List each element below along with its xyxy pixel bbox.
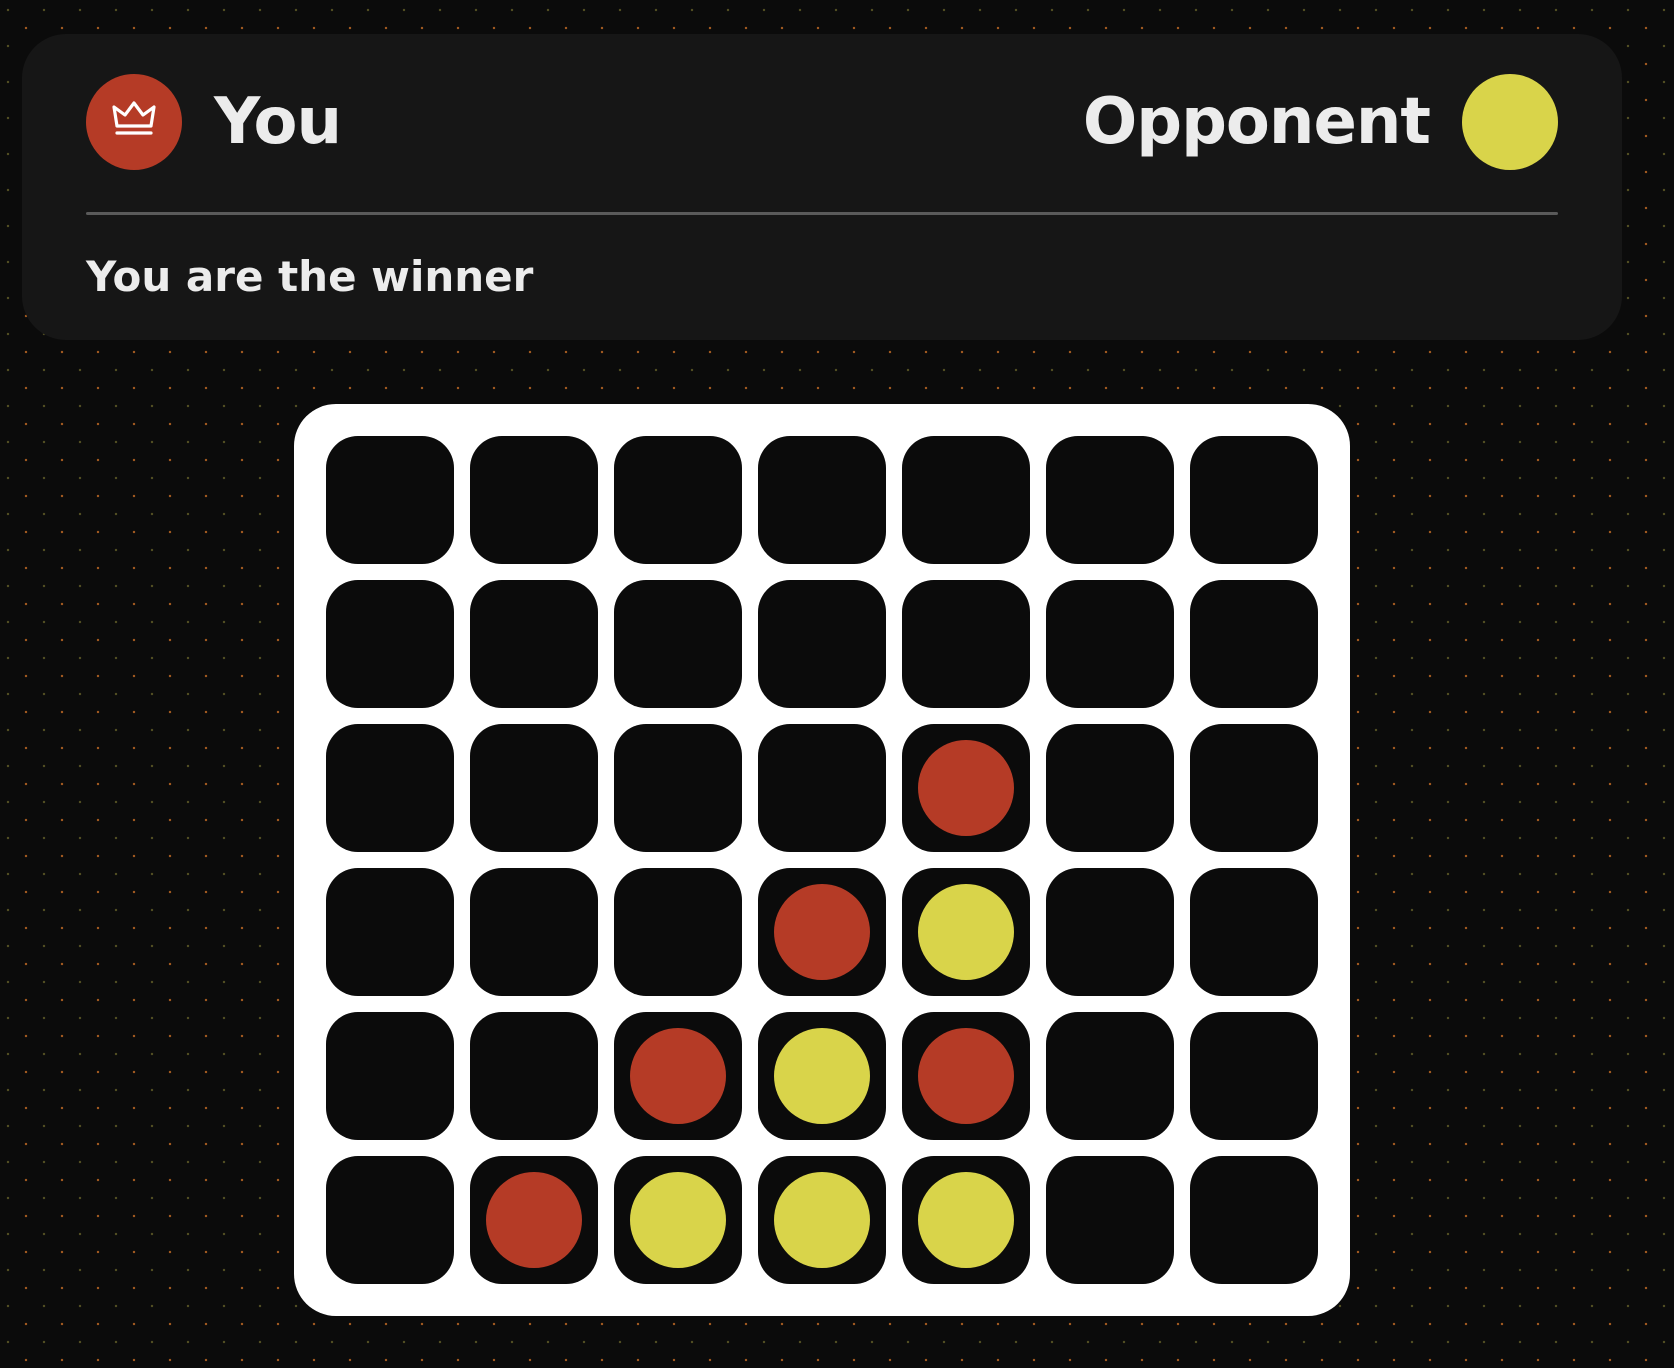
board-cell-r5-c6[interactable] bbox=[1046, 1012, 1174, 1140]
board-cell-r2-c6[interactable] bbox=[1046, 580, 1174, 708]
game-status-text: You are the winner bbox=[86, 252, 534, 301]
board-cell-r3-c6[interactable] bbox=[1046, 724, 1174, 852]
crown-icon bbox=[111, 99, 157, 146]
board-cell-r4-c6[interactable] bbox=[1046, 868, 1174, 996]
red-disc bbox=[774, 884, 870, 980]
board-cell-r6-c7[interactable] bbox=[1190, 1156, 1318, 1284]
divider bbox=[86, 212, 1558, 215]
game-board bbox=[294, 404, 1350, 1316]
board-cell-r3-c5[interactable] bbox=[902, 724, 1030, 852]
board-cell-r5-c7[interactable] bbox=[1190, 1012, 1318, 1140]
board-cell-r3-c1[interactable] bbox=[326, 724, 454, 852]
board-cell-r2-c7[interactable] bbox=[1190, 580, 1318, 708]
board-cell-r4-c3[interactable] bbox=[614, 868, 742, 996]
board-cell-r3-c3[interactable] bbox=[614, 724, 742, 852]
board-cell-r4-c7[interactable] bbox=[1190, 868, 1318, 996]
board-cell-r1-c5[interactable] bbox=[902, 436, 1030, 564]
yellow-disc bbox=[918, 884, 1014, 980]
yellow-disc bbox=[918, 1172, 1014, 1268]
board-cell-r2-c2[interactable] bbox=[470, 580, 598, 708]
players-row: You Opponent bbox=[86, 74, 1558, 170]
board-cell-r2-c3[interactable] bbox=[614, 580, 742, 708]
board-cell-r4-c5[interactable] bbox=[902, 868, 1030, 996]
board-cell-r4-c4[interactable] bbox=[758, 868, 886, 996]
board-cell-r3-c2[interactable] bbox=[470, 724, 598, 852]
board-cell-r1-c2[interactable] bbox=[470, 436, 598, 564]
board-cell-r2-c1[interactable] bbox=[326, 580, 454, 708]
board-cell-r2-c4[interactable] bbox=[758, 580, 886, 708]
yellow-disc bbox=[630, 1172, 726, 1268]
board-cell-r1-c3[interactable] bbox=[614, 436, 742, 564]
board-cell-r5-c5[interactable] bbox=[902, 1012, 1030, 1140]
red-disc bbox=[918, 1028, 1014, 1124]
board-cell-r3-c4[interactable] bbox=[758, 724, 886, 852]
game-status-panel: You Opponent You are the winner bbox=[22, 34, 1622, 340]
board-cell-r4-c1[interactable] bbox=[326, 868, 454, 996]
player-you-name: You bbox=[214, 85, 342, 159]
board-cell-r1-c4[interactable] bbox=[758, 436, 886, 564]
player-opponent: Opponent bbox=[1083, 74, 1558, 170]
player-you-disc bbox=[86, 74, 182, 170]
board-cell-r4-c2[interactable] bbox=[470, 868, 598, 996]
red-disc bbox=[486, 1172, 582, 1268]
player-opponent-name: Opponent bbox=[1082, 85, 1431, 159]
board-cell-r1-c1[interactable] bbox=[326, 436, 454, 564]
board-cell-r5-c2[interactable] bbox=[470, 1012, 598, 1140]
board-cell-r1-c6[interactable] bbox=[1046, 436, 1174, 564]
player-you: You bbox=[86, 74, 342, 170]
red-disc bbox=[918, 740, 1014, 836]
board-cell-r3-c7[interactable] bbox=[1190, 724, 1318, 852]
yellow-disc bbox=[774, 1028, 870, 1124]
board-cell-r2-c5[interactable] bbox=[902, 580, 1030, 708]
player-opponent-disc bbox=[1462, 74, 1558, 170]
board-cell-r5-c1[interactable] bbox=[326, 1012, 454, 1140]
board-cell-r6-c2[interactable] bbox=[470, 1156, 598, 1284]
board-cell-r6-c6[interactable] bbox=[1046, 1156, 1174, 1284]
board-cell-r1-c7[interactable] bbox=[1190, 436, 1318, 564]
board-cell-r6-c1[interactable] bbox=[326, 1156, 454, 1284]
board-cell-r5-c4[interactable] bbox=[758, 1012, 886, 1140]
red-disc bbox=[630, 1028, 726, 1124]
board-cell-r6-c4[interactable] bbox=[758, 1156, 886, 1284]
board-cell-r6-c5[interactable] bbox=[902, 1156, 1030, 1284]
board-cell-r5-c3[interactable] bbox=[614, 1012, 742, 1140]
board-cell-r6-c3[interactable] bbox=[614, 1156, 742, 1284]
yellow-disc bbox=[774, 1172, 870, 1268]
